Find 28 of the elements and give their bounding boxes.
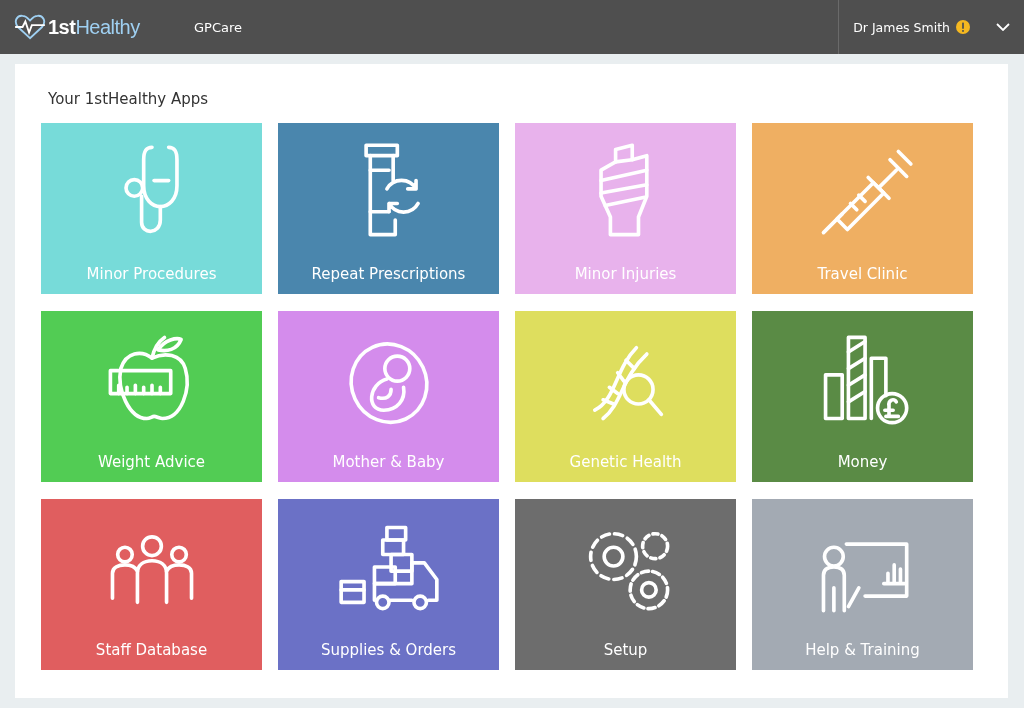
app-name: GPCare xyxy=(194,19,242,35)
app-label: Minor Injuries xyxy=(574,265,677,283)
app-tile[interactable]: Mother & Baby xyxy=(278,311,499,482)
logo-text: 1stHealthy xyxy=(48,15,140,39)
app-label: Staff Database xyxy=(95,641,208,659)
app-label: Repeat Prescriptions xyxy=(311,265,466,283)
app-label: Weight Advice xyxy=(97,453,206,471)
app-tile[interactable]: Help & Training xyxy=(752,499,973,670)
chevron-down-icon xyxy=(996,23,1010,31)
app-label: Help & Training xyxy=(805,641,920,659)
user-name[interactable]: Dr James Smith xyxy=(853,19,950,35)
app-tile[interactable]: Setup xyxy=(515,499,736,670)
app-label: Mother & Baby xyxy=(332,453,445,471)
app-tile[interactable]: Staff Database xyxy=(41,499,262,670)
app-tile[interactable]: Weight Advice xyxy=(41,311,262,482)
app-tile[interactable]: Money xyxy=(752,311,973,482)
heart-pulse-icon xyxy=(14,14,46,40)
app-label: Minor Procedures xyxy=(86,265,217,283)
app-label: Money xyxy=(837,453,888,471)
app-tile[interactable]: Repeat Prescriptions xyxy=(278,123,499,294)
app-label: Supplies & Orders xyxy=(320,641,457,659)
section-title: Your 1stHealthy Apps xyxy=(48,90,210,108)
app-label: Setup xyxy=(603,641,648,659)
logo[interactable]: 1stHealthy xyxy=(14,14,164,40)
app-label: Genetic Health xyxy=(569,453,682,471)
app-tile[interactable]: Travel Clinic xyxy=(752,123,973,294)
app-label: Travel Clinic xyxy=(817,265,908,283)
app-tile[interactable]: Supplies & Orders xyxy=(278,499,499,670)
